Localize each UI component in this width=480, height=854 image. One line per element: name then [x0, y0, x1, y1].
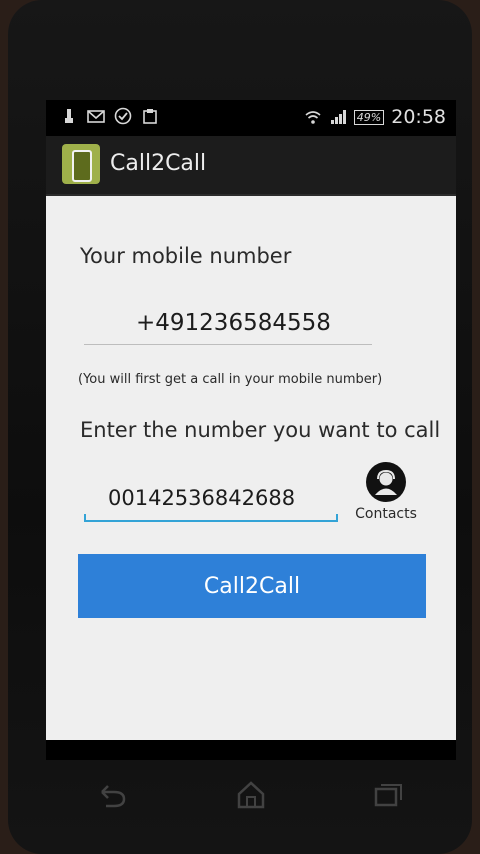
call-number-input[interactable]: [84, 476, 338, 522]
usb-icon: [60, 107, 78, 125]
call-form: Your mobile number +491236584558 (You wi…: [46, 196, 456, 740]
signal-icon: [329, 108, 347, 126]
call-number-label: Enter the number you want to call: [80, 418, 441, 442]
home-icon[interactable]: [231, 780, 271, 810]
mail-icon: [87, 107, 105, 125]
battery-indicator: 49%: [353, 109, 385, 125]
input-underline-tick: [336, 514, 338, 522]
status-bar: 49% 20:58: [46, 100, 456, 136]
mobile-number-hint: (You will first get a call in your mobil…: [78, 372, 383, 387]
contacts-button[interactable]: Contacts: [350, 462, 422, 528]
status-clock: 20:58: [391, 106, 446, 128]
contacts-icon: [366, 462, 406, 502]
screen: 49% 20:58 Call2Call Your mobile number +…: [46, 100, 456, 760]
contacts-label: Contacts: [355, 506, 417, 522]
check-circle-icon: [114, 107, 132, 125]
wifi-icon: [304, 108, 322, 126]
mobile-number-field[interactable]: +491236584558: [136, 310, 331, 336]
back-icon[interactable]: [94, 780, 134, 810]
app-title: Call2Call: [110, 151, 207, 176]
input-underline-tick: [84, 514, 86, 522]
clipboard-icon: [141, 107, 159, 125]
call2call-button[interactable]: Call2Call: [78, 554, 426, 618]
mobile-number-label: Your mobile number: [80, 244, 292, 268]
recents-icon[interactable]: [368, 780, 408, 810]
phone-app-icon[interactable]: [62, 144, 100, 184]
mobile-number-underline: [84, 344, 372, 345]
navigation-bar: [46, 760, 456, 830]
action-bar: Call2Call: [46, 136, 456, 196]
